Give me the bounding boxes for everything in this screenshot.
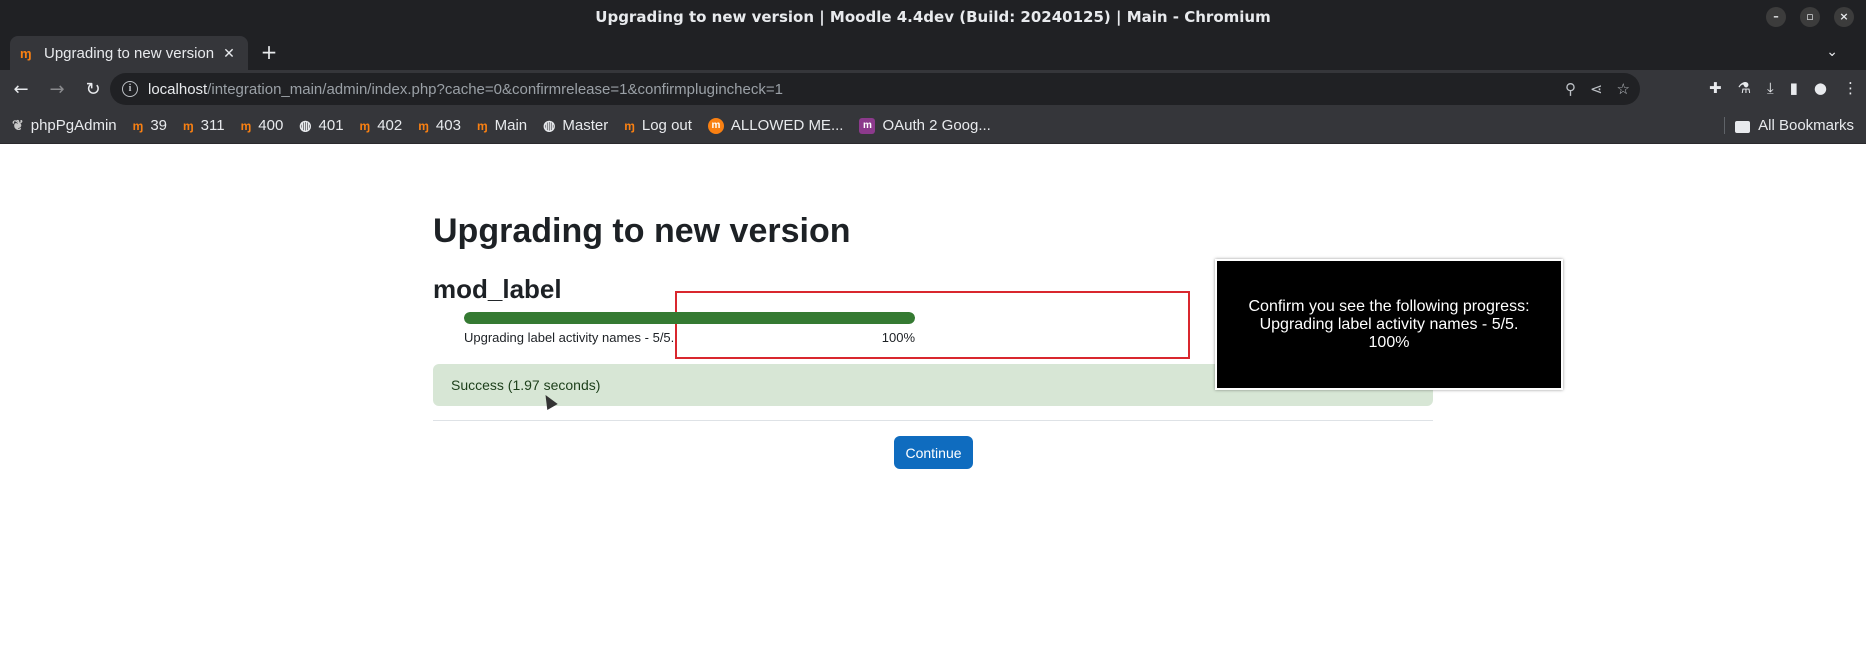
globe-icon: ◍ [299,117,312,133]
plugin-heading: mod_label [433,274,562,304]
all-bookmarks-button[interactable]: All Bookmarks [1724,117,1854,134]
progress-status-text: Upgrading label activity names - 5/5. [464,330,675,345]
bookmark-label: 401 [318,117,344,134]
moodle-icon: ɱ [132,118,144,133]
window-controls: – ▫ × [1766,7,1854,27]
bookmark-label: 402 [377,117,403,134]
elephant-icon: ❦ [12,117,24,133]
minimize-icon[interactable]: – [1766,7,1786,27]
browser-toolbar: ← → ↻ i localhost/integration_main/admin… [0,70,1866,108]
forward-icon[interactable]: → [42,74,72,104]
page-content: Upgrading to new version mod_label Upgra… [0,144,1866,650]
bookmark-label: Log out [641,117,692,134]
bookmark-label: Main [494,117,528,134]
bookmark-311[interactable]: ɱ 311 [183,117,225,134]
moodle-circle-icon: m [707,117,724,134]
bookmark-label: 39 [150,117,167,134]
progress-highlight-box [675,291,1190,359]
progress-bar [464,312,915,324]
extensions-puzzle-icon[interactable]: ✚ [1709,79,1722,97]
bookmark-label: Master [562,117,609,134]
progress-bar-fill [464,312,915,324]
bookmark-402[interactable]: ɱ 402 [360,117,403,134]
progress-label-row: Upgrading label activity names - 5/5. 10… [464,330,915,345]
success-text: Success (1.97 seconds) [451,377,601,393]
zoom-icon[interactable]: ⚲ [1565,80,1576,98]
bookmark-oauth2-google[interactable]: m OAuth 2 Goog... [859,117,991,134]
bookmark-403[interactable]: ɱ 403 [418,117,461,134]
url-host: localhost [148,80,208,98]
side-panel-icon[interactable]: ▮ [1790,79,1798,97]
bookmark-log-out[interactable]: ɱ Log out [624,117,692,134]
tab-close-icon[interactable]: ✕ [220,45,238,62]
moodle-icon: ɱ [240,118,252,133]
omnibox-actions: ⚲ ⋖ ☆ [1565,80,1630,98]
bookmark-main[interactable]: ɱ Main [477,117,527,134]
moodle-icon: ɱ [418,118,429,133]
bookmark-label: 403 [435,117,461,134]
back-icon[interactable]: ← [6,74,36,104]
bookmark-400[interactable]: ɱ 400 [241,117,284,134]
bookmark-label: 400 [258,117,284,134]
tab-strip: ɱ Upgrading to new version ✕ + ⌄ [0,34,1866,70]
tab-upgrading[interactable]: ɱ Upgrading to new version ✕ [10,36,248,70]
divider [433,420,1433,421]
tab-title: Upgrading to new version [44,44,215,62]
globe-icon: ◍ [543,117,556,133]
bookmark-master[interactable]: ◍ Master [543,117,608,134]
overlay-line-3: 100% [1368,333,1410,351]
tab-search-icon[interactable]: ⌄ [1826,44,1838,60]
folder-icon [1735,120,1751,133]
menu-kebab-icon[interactable]: ⋮ [1843,79,1858,97]
page-title: Upgrading to new version [433,212,851,250]
close-window-icon[interactable]: × [1834,7,1854,27]
bookmark-39[interactable]: ɱ 39 [133,117,167,134]
moodle-icon: ɱ [183,118,194,133]
bookmark-star-icon[interactable]: ☆ [1617,80,1630,98]
share-icon[interactable]: ⋖ [1590,80,1603,98]
moodle-icon: ɱ [476,118,488,133]
overlay-line-2: Upgrading label activity names - 5/5. [1259,315,1519,333]
confirmation-overlay: Confirm you see the following progress: … [1215,259,1563,390]
window-titlebar: Upgrading to new version | Moodle 4.4dev… [0,0,1866,34]
download-icon[interactable]: ⤓ [1767,79,1774,97]
site-info-icon[interactable]: i [122,81,138,97]
maximize-icon[interactable]: ▫ [1800,7,1820,27]
bookmarks-bar: ❦ phpPgAdmin ɱ 39 ɱ 311 ɱ 400 ◍ 401 ɱ 40… [0,108,1866,144]
continue-button[interactable]: Continue [894,436,973,469]
window-title: Upgrading to new version | Moodle 4.4dev… [595,8,1271,26]
bookmark-phppgadmin[interactable]: ❦ phpPgAdmin [12,117,117,134]
bookmark-label: 311 [200,117,225,134]
bookmark-label: phpPgAdmin [30,117,117,134]
lab-flask-icon[interactable]: ⚗ [1738,79,1751,97]
bookmark-401[interactable]: ◍ 401 [299,117,343,134]
new-tab-icon[interactable]: + [258,42,280,64]
profile-icon[interactable]: ● [1814,79,1827,97]
all-bookmarks-label: All Bookmarks [1758,117,1854,134]
extension-icons: ✚ ⚗ ⤓ ▮ ● ⋮ [1709,79,1858,97]
moodle-icon: ɱ [20,45,32,61]
address-bar[interactable]: i localhost/integration_main/admin/index… [110,73,1640,105]
bookmark-label: ALLOWED ME... [730,117,844,134]
moodle-icon: ɱ [359,118,371,133]
progress-percent-text: 100% [881,330,915,345]
bookmark-label: OAuth 2 Goog... [882,117,991,134]
oauth-icon: m [859,117,876,134]
moodle-icon: ɱ [624,118,635,133]
overlay-line-1: Confirm you see the following progress: [1248,297,1530,315]
bookmark-allowed-me[interactable]: m ALLOWED ME... [707,117,844,134]
url-path: /integration_main/admin/index.php?cache=… [207,80,783,98]
reload-icon[interactable]: ↻ [78,74,108,104]
